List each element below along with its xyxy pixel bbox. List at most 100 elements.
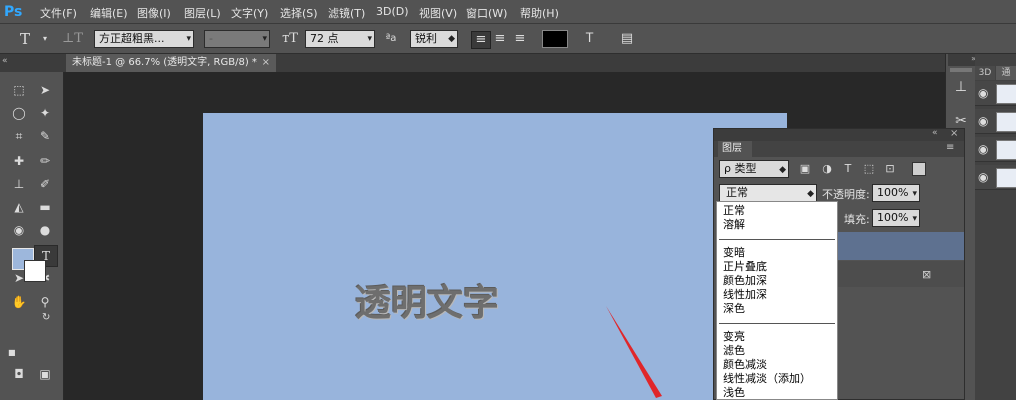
default-colors-icon[interactable]: ■ (8, 348, 16, 357)
canvas-text-layer[interactable]: 透明文字 (355, 274, 499, 326)
close-icon[interactable]: × (262, 54, 270, 72)
zoom-tool-icon[interactable]: ⚲ (34, 292, 56, 312)
fill-input[interactable]: 100% ▾ (872, 209, 920, 227)
close-icon[interactable]: × (950, 128, 958, 139)
panel-collapse-icon[interactable]: » (948, 54, 976, 66)
font-family-select[interactable]: 方正超粗黑... ▾ (94, 30, 194, 48)
filter-type-icon[interactable]: T (841, 162, 855, 176)
hand-tool-icon[interactable]: ✋ (8, 292, 30, 312)
blend-option-lighter-color[interactable]: 浅色 (723, 386, 745, 399)
menu-divider (719, 239, 835, 240)
character-panel-icon[interactable]: ▤ (618, 31, 636, 47)
filter-toggle[interactable] (912, 162, 926, 176)
blend-option-color-burn[interactable]: 颜色加深 (723, 274, 767, 287)
tab-channels[interactable]: 通 (996, 66, 1016, 80)
blend-option-darker-color[interactable]: 深色 (723, 302, 745, 315)
screen-mode-icon[interactable]: ▣ (34, 364, 56, 384)
menu-file[interactable]: 文件(F) (40, 5, 77, 21)
align-center-icon[interactable]: ≡ (491, 31, 509, 47)
antialias-select[interactable]: 锐利 ◆ (410, 30, 458, 48)
channel-thumbnail (996, 140, 1016, 160)
channel-row[interactable]: ◉ (975, 81, 1016, 106)
red-arrow-annotation (606, 306, 662, 398)
font-style-select[interactable]: - ▾ (204, 30, 270, 48)
lasso-tool-icon[interactable]: ◯ (8, 103, 30, 123)
document-canvas[interactable] (203, 113, 787, 400)
text-orientation-icon[interactable]: ⊥T (62, 31, 83, 47)
blend-option-screen[interactable]: 滤色 (723, 344, 745, 357)
font-size-select[interactable]: 72 点 ▾ (305, 30, 375, 48)
crop-tool-icon[interactable]: ⌗ (8, 126, 30, 146)
menu-select[interactable]: 选择(S) (280, 5, 318, 21)
eye-icon[interactable]: ◉ (978, 170, 988, 184)
blend-mode-select[interactable]: 正常 ◆ (719, 184, 817, 202)
tab-3d[interactable]: 3D (975, 66, 995, 80)
background-color-swatch[interactable] (24, 260, 46, 282)
menu-window[interactable]: 窗口(W) (466, 5, 507, 21)
collapsed-panels: 3D 通 ◉ ◉ ◉ ◉ (975, 54, 1016, 400)
menu-view[interactable]: 视图(V) (419, 5, 457, 21)
document-tab[interactable]: 未标题-1 @ 66.7% (透明文字, RGB/8) * × (66, 54, 276, 72)
warp-text-icon[interactable]: Ꭲ (581, 31, 599, 47)
filter-shape-icon[interactable]: ⬚ (862, 162, 876, 176)
photoshop-logo: Ps (4, 4, 23, 20)
clone-stamp-tool-icon[interactable]: ⊥ (8, 174, 30, 194)
opacity-input[interactable]: 100% ▾ (872, 184, 920, 202)
layer-filter-select[interactable]: ρ 类型 ◆ (719, 160, 789, 178)
layer-row-selected[interactable] (836, 232, 964, 260)
dropdown-arrow-icon[interactable]: ▾ (36, 31, 54, 47)
options-bar: T ▾ ⊥T 方正超粗黑... ▾ - ▾ ᴛT 72 点 ▾ ªa 锐利 ◆ ≡ ≡ … (0, 24, 1016, 54)
blend-option-lighten[interactable]: 变亮 (723, 330, 745, 343)
type-tool-icon[interactable]: T (16, 31, 34, 47)
panel-menu-icon[interactable]: ≡ (946, 142, 954, 153)
channel-row[interactable]: ◉ (975, 165, 1016, 190)
toolbox: ⬚ ➤ ◯ ✦ ⌗ ✎ ✚ ✏ ⊥ ✐ ◭ ▬ ◉ ● ✒ T ➤ ✱ ✋ ⚲ … (0, 72, 64, 400)
healing-brush-tool-icon[interactable]: ✚ (8, 151, 30, 171)
filter-adjustment-icon[interactable]: ◑ (820, 162, 834, 176)
filter-smart-object-icon[interactable]: ⊡ (883, 162, 897, 176)
channel-row[interactable]: ◉ (975, 137, 1016, 162)
filter-pixel-icon[interactable]: ▣ (798, 162, 812, 176)
eraser-tool-icon[interactable]: ◭ (8, 197, 30, 217)
eye-icon[interactable]: ◉ (978, 86, 988, 100)
channel-row[interactable]: ◉ (975, 109, 1016, 134)
collapse-icon[interactable]: « (2, 56, 8, 66)
blend-option-multiply[interactable]: 正片叠底 (723, 260, 767, 273)
menu-layer[interactable]: 图层(L) (184, 5, 221, 21)
eye-icon[interactable]: ◉ (978, 142, 988, 156)
properties-panel-icon[interactable]: ⊥ (950, 76, 972, 98)
blend-option-darken[interactable]: 变暗 (723, 246, 745, 259)
quick-mask-icon[interactable]: ◘ (8, 364, 30, 384)
move-tool-icon[interactable]: ➤ (34, 80, 56, 100)
menu-bar: Ps 文件(F) 编辑(E) 图像(I) 图层(L) 文字(Y) 选择(S) 滤… (0, 0, 1016, 24)
gradient-tool-icon[interactable]: ▬ (34, 197, 56, 217)
history-brush-tool-icon[interactable]: ✐ (34, 174, 56, 194)
brush-tool-icon[interactable]: ✏ (34, 151, 56, 171)
align-left-icon[interactable]: ≡ (471, 31, 491, 49)
blend-option-linear-burn[interactable]: 线性加深 (723, 288, 767, 301)
blend-option-color-dodge[interactable]: 颜色减淡 (723, 358, 767, 371)
eyedropper-tool-icon[interactable]: ✎ (34, 126, 56, 146)
menu-type[interactable]: 文字(Y) (231, 5, 268, 21)
menu-help[interactable]: 帮助(H) (520, 5, 559, 21)
magic-wand-tool-icon[interactable]: ✦ (34, 103, 56, 123)
blend-option-normal[interactable]: 正常 (723, 204, 745, 217)
align-right-icon[interactable]: ≡ (511, 31, 529, 47)
tab-layers[interactable]: 图层 (718, 141, 752, 157)
marquee-tool-icon[interactable]: ⬚ (8, 80, 30, 100)
eye-icon[interactable]: ◉ (978, 114, 988, 128)
menu-image[interactable]: 图像(I) (137, 5, 171, 21)
swap-colors-icon[interactable]: ↻ (42, 312, 50, 323)
menu-filter[interactable]: 滤镜(T) (328, 5, 365, 21)
panel-collapse-icon[interactable]: « (932, 128, 938, 138)
blend-option-linear-dodge[interactable]: 线性减淡（添加） (723, 372, 811, 385)
dodge-tool-icon[interactable]: ● (34, 220, 56, 240)
lock-icon: ⊠ (922, 268, 932, 281)
blend-option-dissolve[interactable]: 溶解 (723, 218, 745, 231)
text-color-swatch[interactable] (542, 30, 568, 48)
panel-grip[interactable] (950, 68, 972, 72)
menu-3d[interactable]: 3D(D) (376, 5, 409, 18)
menu-edit[interactable]: 编辑(E) (90, 5, 128, 21)
layer-row-background[interactable] (836, 261, 964, 287)
blur-tool-icon[interactable]: ◉ (8, 220, 30, 240)
